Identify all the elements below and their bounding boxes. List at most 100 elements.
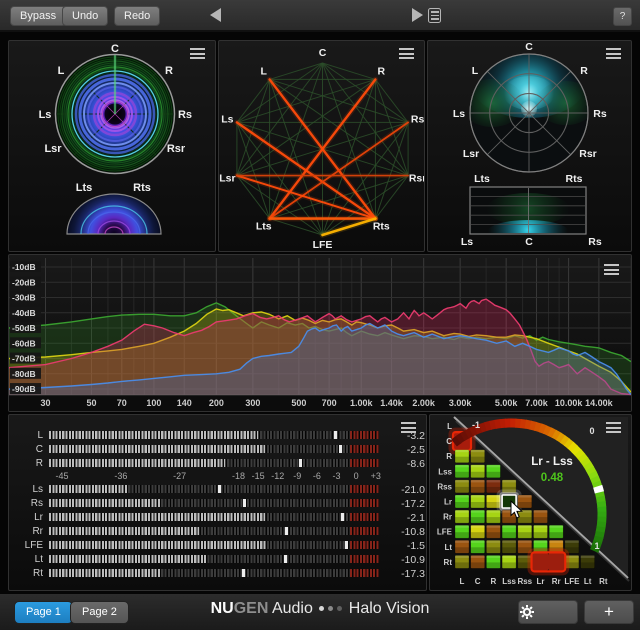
meter-bar	[49, 527, 379, 535]
svg-text:R: R	[446, 452, 452, 461]
svg-text:0: 0	[589, 426, 594, 436]
svg-text:Lt: Lt	[444, 543, 452, 552]
svg-text:Lsr: Lsr	[219, 173, 235, 185]
svg-text:-20dB: -20dB	[12, 277, 36, 287]
svg-text:Rs: Rs	[588, 236, 602, 248]
spatial-polar-panel: CLRLsRsLsrRsrLtsRtsLsCRs	[427, 40, 632, 252]
matrix-cell-alert[interactable]	[533, 553, 549, 570]
svg-text:LFE: LFE	[437, 528, 453, 537]
meter-peak-marker	[242, 569, 245, 577]
surround-panel-menu-icon[interactable]	[190, 48, 205, 62]
svg-text:14.00k: 14.00k	[585, 398, 614, 408]
meters-panel-menu-icon[interactable]	[401, 422, 416, 436]
svg-text:Lt: Lt	[584, 577, 592, 586]
meter-scale-tick: -12	[271, 471, 284, 481]
meter-channel-label: Rs	[9, 498, 43, 509]
matrix-panel-menu-icon[interactable]	[606, 422, 621, 436]
play-arrow-icon[interactable]	[412, 8, 423, 22]
svg-text:500: 500	[291, 398, 306, 408]
meter-value: -21.0	[381, 484, 425, 496]
svg-text:R: R	[491, 577, 497, 586]
svg-text:R: R	[165, 65, 173, 77]
svg-text:140: 140	[177, 398, 192, 408]
brand-gen: GEN	[234, 600, 269, 617]
meter-row-R: R -8.6	[9, 459, 428, 469]
meter-peak-marker	[285, 527, 288, 535]
svg-text:1.40k: 1.40k	[380, 398, 404, 408]
svg-text:R: R	[580, 65, 588, 77]
meter-channel-label: Lt	[9, 554, 43, 565]
meter-channel-label: R	[9, 458, 43, 469]
bypass-button[interactable]: Bypass	[10, 6, 66, 26]
level-meters: L-3.2C-2.5R-8.6Ls-21.0Rs-17.2Lr-2.1Rr-10…	[9, 415, 428, 592]
svg-text:-40dB: -40dB	[12, 308, 36, 318]
svg-text:L: L	[447, 422, 452, 431]
meter-scale-tick: +3	[371, 471, 381, 481]
svg-text:L: L	[58, 65, 65, 77]
correlation-matrix-canvas: LCRLssRssLrRrLFELtRtLCRLssRssLrRrLFELtRt…	[430, 415, 631, 590]
meter-value: -10.8	[381, 526, 425, 538]
add-module-button[interactable]: +	[584, 600, 634, 624]
meter-scale-tick: -6	[313, 471, 321, 481]
redo-button[interactable]: Redo	[114, 6, 160, 26]
top-toolbar: Bypass Undo Redo ?	[0, 0, 640, 32]
meter-red-zone	[350, 513, 379, 521]
meter-scale-tick: -9	[293, 471, 301, 481]
meter-value: -8.6	[381, 458, 425, 470]
spectrum-panel-menu-icon[interactable]	[604, 264, 619, 278]
meter-bar	[49, 555, 379, 563]
svg-text:30: 30	[41, 398, 51, 408]
polar-panel-menu-icon[interactable]	[606, 48, 621, 62]
prev-arrow-icon[interactable]	[210, 8, 221, 22]
meter-red-zone	[350, 431, 379, 439]
svg-text:Rs: Rs	[411, 113, 424, 125]
meter-row-Ls: Ls-21.0	[9, 485, 428, 495]
svg-text:Rt: Rt	[444, 558, 453, 567]
correlation-web-canvas: CRRsRsrRtsLFELtsLsrLsL	[219, 41, 424, 251]
gear-icon	[519, 604, 535, 620]
meter-bar	[49, 459, 379, 467]
svg-text:Lr: Lr	[444, 498, 452, 507]
meter-scale-tick: -45	[56, 471, 69, 481]
svg-text:Rts: Rts	[133, 182, 151, 194]
meter-value: -17.3	[381, 568, 425, 580]
meter-rms-bar	[49, 485, 127, 493]
correlation-web-panel: CRRsRsrRtsLFELtsLsrLsL	[218, 40, 425, 252]
undo-button[interactable]: Undo	[62, 6, 108, 26]
meter-peak-marker	[345, 541, 348, 549]
matrix-cell-alert[interactable]	[548, 553, 564, 570]
svg-text:-90dB: -90dB	[12, 384, 36, 394]
svg-text:C: C	[319, 47, 327, 59]
meter-channel-label: LFE	[9, 540, 43, 551]
meter-row-C: C-2.5	[9, 445, 428, 455]
meter-bar	[49, 541, 379, 549]
svg-text:Lts: Lts	[474, 173, 490, 185]
web-panel-menu-icon[interactable]	[399, 48, 414, 62]
meter-rms-bar	[49, 445, 265, 453]
meter-rms-bar	[49, 459, 225, 467]
correlation-matrix-panel: LCRLssRssLrRrLFELtRtLCRLssRssLrRrLFELtRt…	[429, 414, 632, 591]
settings-button[interactable]	[518, 600, 578, 624]
svg-text:Rr: Rr	[552, 577, 561, 586]
meter-red-zone	[350, 499, 379, 507]
meter-red-zone	[350, 459, 379, 467]
meter-peak-marker	[218, 485, 221, 493]
meter-row-Lt: Lt -10.9	[9, 555, 428, 565]
svg-text:Rss: Rss	[517, 577, 532, 586]
meter-bar	[49, 499, 379, 507]
svg-text:LFE: LFE	[564, 577, 580, 586]
svg-text:70: 70	[117, 398, 127, 408]
help-button[interactable]: ?	[613, 7, 632, 26]
svg-text:Ls: Ls	[453, 108, 465, 120]
meter-value: -10.9	[381, 554, 425, 566]
session-list-icon[interactable]	[428, 8, 441, 23]
meter-red-zone	[350, 527, 379, 535]
gauge-marker	[598, 486, 600, 492]
meter-scale-tick: -36	[114, 471, 127, 481]
meter-rms-bar	[49, 431, 258, 439]
surround-scope-panel: CLRLsRsLsrRsrLtsRts	[8, 40, 216, 252]
meter-rms-bar	[49, 555, 206, 563]
meter-rms-bar	[49, 569, 160, 577]
brand-audio: Audio	[272, 600, 313, 617]
spectrum-panel: -10dB-20dB-30dB-40dB-50dB-60dB-70dB-80dB…	[8, 254, 632, 412]
